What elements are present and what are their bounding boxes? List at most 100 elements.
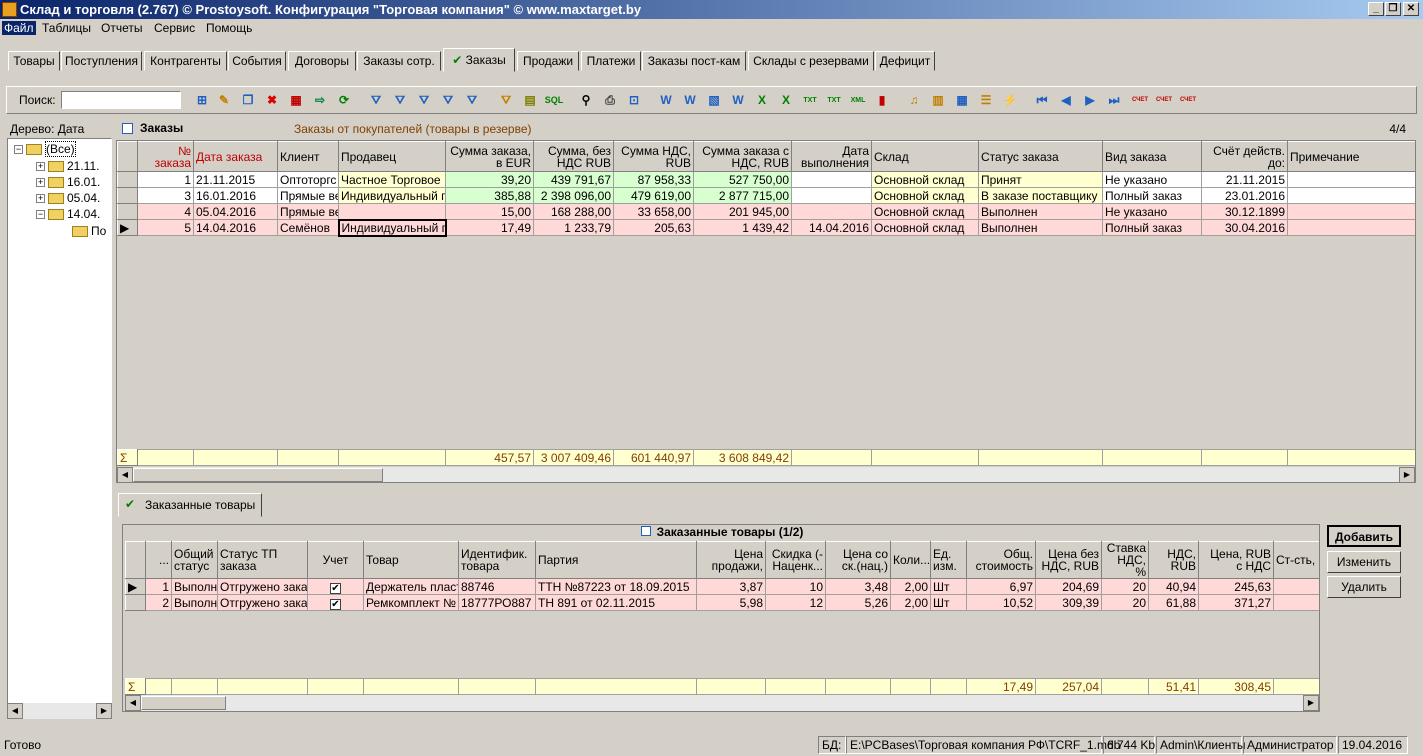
menu-file[interactable]: Файл bbox=[2, 21, 36, 35]
ordered-good-cell[interactable]: 2,00 bbox=[890, 578, 931, 595]
row-indicator[interactable] bbox=[117, 171, 138, 188]
ordered-good-cell[interactable]: 88746 bbox=[458, 578, 536, 595]
invoice-icon[interactable]: СЧЕТ bbox=[1131, 91, 1149, 109]
col-seller[interactable]: Продавец bbox=[338, 141, 446, 172]
ordered-good-cell[interactable]: Ремкомплект № bbox=[363, 594, 459, 611]
doc-icon[interactable]: ▧ bbox=[705, 91, 723, 109]
preview-icon[interactable]: ⊡ bbox=[625, 91, 643, 109]
scroll-left-icon[interactable]: ◀ bbox=[125, 695, 141, 711]
ordered-good-cell[interactable]: Отгружено зака bbox=[217, 594, 308, 611]
tab-goods[interactable]: Товары bbox=[8, 51, 60, 71]
col-note[interactable]: Примечание bbox=[1287, 141, 1415, 172]
ordered-good-cell[interactable]: Шт bbox=[930, 578, 967, 595]
tab-warehouses-reserves[interactable]: Склады с резервами bbox=[748, 51, 874, 71]
order-cell[interactable] bbox=[1287, 203, 1415, 220]
row-indicator[interactable] bbox=[117, 203, 138, 220]
tree-node[interactable]: −14.04. bbox=[36, 207, 100, 221]
order-cell[interactable]: Индивидуальный пр bbox=[338, 187, 446, 204]
col-price-no-vat[interactable]: Цена без НДС, RUB bbox=[1035, 541, 1102, 579]
find-icon[interactable]: ⚲ bbox=[577, 91, 595, 109]
order-cell[interactable] bbox=[791, 203, 872, 220]
refresh-icon[interactable]: ⟳ bbox=[335, 91, 353, 109]
ordered-good-cell[interactable]: 371,27 bbox=[1198, 594, 1274, 611]
tree-scrollbar[interactable]: ◀ ▶ bbox=[7, 703, 112, 719]
row-indicator[interactable] bbox=[125, 594, 146, 611]
ordered-good-cell[interactable]: 3,48 bbox=[825, 578, 891, 595]
collapse-icon[interactable]: − bbox=[36, 210, 45, 220]
order-cell[interactable]: Полный заказ bbox=[1102, 219, 1202, 236]
last-record-icon[interactable]: ⏭ bbox=[1105, 91, 1123, 109]
order-cell[interactable]: 1 439,42 bbox=[693, 219, 792, 236]
ordered-good-cell[interactable]: 1 bbox=[145, 578, 172, 595]
report-icon[interactable]: ▥ bbox=[929, 91, 947, 109]
tab-contractors[interactable]: Контрагенты bbox=[144, 51, 227, 71]
expand-icon[interactable]: + bbox=[36, 178, 45, 188]
restore-button[interactable]: ❐ bbox=[1385, 2, 1401, 16]
row-indicator[interactable] bbox=[117, 187, 138, 204]
col-sale-price[interactable]: Цена продажи, bbox=[696, 541, 766, 579]
prev-record-icon[interactable]: ◀ bbox=[1057, 91, 1075, 109]
order-cell[interactable]: Основной склад bbox=[871, 171, 979, 188]
tab-contracts[interactable]: Договоры bbox=[288, 51, 356, 71]
tab-receipts[interactable]: Поступления bbox=[61, 51, 142, 71]
col-order-type[interactable]: Вид заказа bbox=[1102, 141, 1202, 172]
xml-export-icon[interactable]: XML bbox=[849, 91, 867, 109]
col-quantity[interactable]: Коли... bbox=[890, 541, 931, 579]
tree-node[interactable]: По bbox=[72, 224, 106, 238]
col-warehouse[interactable]: Склад bbox=[871, 141, 979, 172]
order-cell[interactable]: 479 619,00 bbox=[613, 187, 694, 204]
tab-deficit[interactable]: Дефицит bbox=[875, 51, 935, 71]
col-client[interactable]: Клиент bbox=[277, 141, 339, 172]
txt-list-icon[interactable]: TXT bbox=[825, 91, 843, 109]
order-cell[interactable]: 16.01.2016 bbox=[193, 187, 278, 204]
order-row[interactable]: 1 21.11.2015 Оптоторгс Частное Торговое 39,2… bbox=[117, 171, 1415, 188]
delete-icon[interactable]: ✖ bbox=[263, 91, 281, 109]
ordered-good-cell[interactable]: 6,97 bbox=[966, 578, 1036, 595]
col-order-no[interactable]: № заказа bbox=[137, 141, 194, 172]
order-cell[interactable]: Не указано bbox=[1102, 171, 1202, 188]
delete-record-icon[interactable]: ▦ bbox=[287, 91, 305, 109]
col-completion-date[interactable]: Дата выполнения bbox=[791, 141, 872, 172]
ordered-good-cell[interactable]: 18777РО887 bbox=[458, 594, 536, 611]
col-total-cost[interactable]: Общ. стоимость bbox=[966, 541, 1036, 579]
order-cell[interactable]: 1 233,79 bbox=[533, 219, 614, 236]
order-row[interactable]: 4 05.04.2016 Прямые ве 15,00 168 288,00 33 65… bbox=[117, 203, 1415, 220]
ordered-good-cell[interactable]: Выполн bbox=[171, 578, 218, 595]
order-cell[interactable]: Оптоторгс bbox=[277, 171, 339, 188]
col-product-id[interactable]: Идентифик. товара bbox=[458, 541, 536, 579]
add-icon[interactable]: ⊞ bbox=[193, 91, 211, 109]
order-cell[interactable]: 14.04.2016 bbox=[791, 219, 872, 236]
order-cell[interactable]: 168 288,00 bbox=[533, 203, 614, 220]
ordered-good-cell[interactable]: 61,88 bbox=[1148, 594, 1199, 611]
order-cell[interactable] bbox=[338, 203, 446, 220]
lightning-icon[interactable]: ⚡ bbox=[1001, 91, 1019, 109]
tab-events[interactable]: События bbox=[228, 51, 286, 71]
delete-button[interactable]: Удалить bbox=[1327, 576, 1401, 598]
collapse-icon[interactable]: − bbox=[14, 145, 23, 155]
ordered-good-cell[interactable]: ТН 891 от 02.11.2015 bbox=[535, 594, 697, 611]
order-cell[interactable]: Выполнен bbox=[978, 219, 1103, 236]
scroll-left-icon[interactable]: ◀ bbox=[117, 467, 133, 482]
ordered-good-cell[interactable]: Отгружено зака bbox=[217, 578, 308, 595]
col-product[interactable]: Товар bbox=[363, 541, 459, 579]
ordered-good-cell[interactable]: 309,39 bbox=[1035, 594, 1102, 611]
ordered-good-cell[interactable] bbox=[1273, 594, 1319, 611]
ordered-good-cell[interactable]: 5,98 bbox=[696, 594, 766, 611]
col-vat[interactable]: Сумма НДС, RUB bbox=[613, 141, 694, 172]
order-row[interactable]: 3 16.01.2016 Прямые ве Индивидуальный пр 385… bbox=[117, 187, 1415, 204]
accounting-checkbox[interactable]: ✔ bbox=[307, 578, 364, 595]
ordered-good-cell[interactable]: Держатель пласт bbox=[363, 578, 459, 595]
order-cell[interactable]: 14.04.2016 bbox=[193, 219, 278, 236]
col-discounted-price[interactable]: Цена со ск.(нац.) bbox=[825, 541, 891, 579]
ordered-good-cell[interactable]: 5,26 bbox=[825, 594, 891, 611]
scroll-left-icon[interactable]: ◀ bbox=[7, 703, 23, 719]
col-order-date[interactable]: Дата заказа bbox=[193, 141, 278, 172]
ordered-good-cell[interactable]: 3,87 bbox=[696, 578, 766, 595]
tab-payments[interactable]: Платежи bbox=[581, 51, 641, 71]
ordered-good-cell[interactable]: 20 bbox=[1101, 578, 1149, 595]
col-vat-rub[interactable]: НДС, RUB bbox=[1148, 541, 1199, 579]
col-order-status[interactable]: Статус заказа bbox=[978, 141, 1103, 172]
order-cell[interactable]: 2 877 715,00 bbox=[693, 187, 792, 204]
order-cell[interactable]: 439 791,67 bbox=[533, 171, 614, 188]
word-icon[interactable]: W bbox=[657, 91, 675, 109]
